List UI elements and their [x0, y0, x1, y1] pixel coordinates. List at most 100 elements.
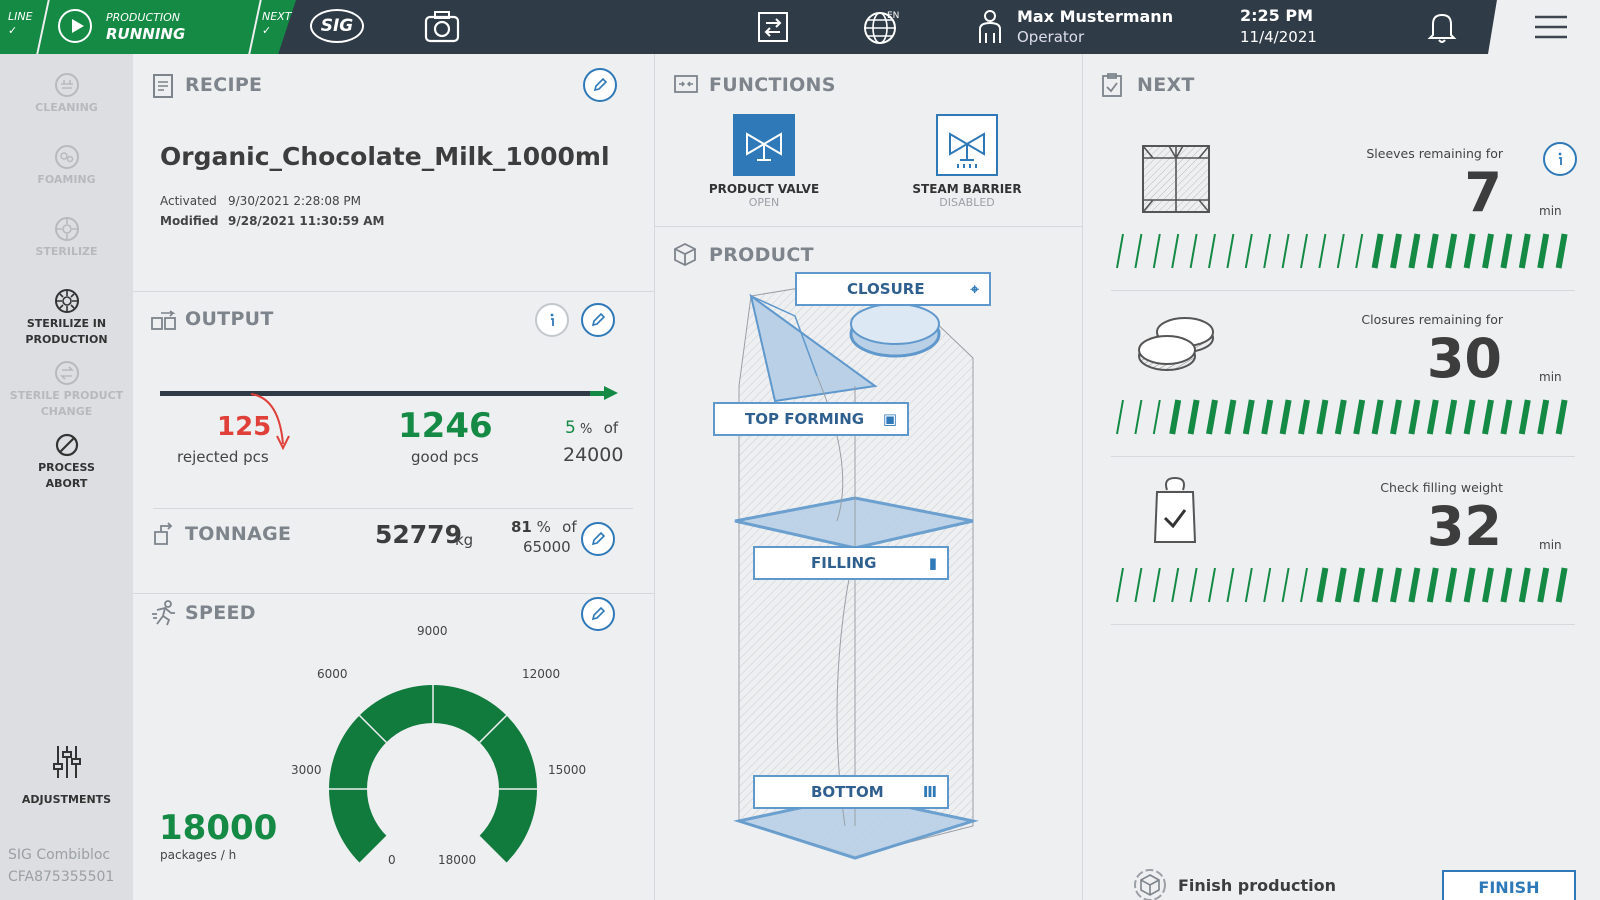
sleeves-info-button[interactable] — [1543, 142, 1577, 176]
sidebar-item-cleaning[interactable]: CLEANING — [0, 72, 133, 116]
output-icon — [151, 310, 176, 330]
sidebar-item-label: CLEANING — [35, 101, 98, 114]
info-icon — [550, 313, 554, 326]
station-bottom[interactable]: BOTTOM Ⅲ — [753, 775, 949, 809]
sliders-icon — [52, 746, 81, 778]
speed-value: 18000 — [159, 808, 278, 848]
remaining-stripe — [1316, 399, 1329, 435]
globe-icon[interactable]: EN — [862, 9, 900, 45]
machine-serial: CFA875355501 — [8, 869, 115, 885]
remaining-stripe — [1371, 567, 1384, 603]
remaining-stripe — [1353, 399, 1366, 435]
remaining-stripe — [1189, 233, 1198, 269]
remaining-stripe — [1537, 399, 1550, 435]
camera-icon[interactable] — [424, 10, 460, 44]
output-edit-button[interactable] — [581, 303, 615, 337]
bottom-sealer-icon: Ⅲ — [922, 783, 937, 801]
station-closure[interactable]: CLOSURE ⌖ — [795, 272, 991, 306]
station-closure-label: CLOSURE — [847, 280, 925, 298]
sidebar-item-sterilize-in-production[interactable]: STERILIZE IN PRODUCTION — [0, 288, 133, 348]
foaming-icon — [54, 145, 79, 169]
next-status[interactable]: NEXT ✓ — [262, 10, 291, 38]
center-column: FUNCTIONS PRODUCT VALVE OPEN STEAM BARRI… — [654, 54, 1083, 900]
sidebar-item-foaming[interactable]: FOAMING — [0, 144, 133, 188]
remaining-stripe — [1318, 233, 1327, 269]
remaining-stripe — [1482, 567, 1494, 603]
good-label: good pcs — [411, 448, 479, 466]
remaining-stripe — [1482, 399, 1494, 435]
remaining-stripe — [1279, 399, 1292, 435]
remaining-stripe — [1298, 399, 1310, 435]
play-icon[interactable] — [58, 9, 92, 43]
divider — [1111, 624, 1575, 625]
pencil-icon — [591, 606, 606, 621]
remaining-stripe — [1169, 399, 1182, 435]
station-top-forming[interactable]: TOP FORMING ▣ — [713, 402, 909, 436]
gauge-tick: 18000 — [438, 853, 477, 867]
tonnage-target: 65000 — [523, 538, 571, 556]
swap-icon[interactable] — [757, 11, 789, 43]
sidebar-item-sterile-product-change[interactable]: STERILE PRODUCT CHANGE — [0, 360, 133, 420]
product-valve-label: PRODUCT VALVE — [708, 182, 820, 196]
remaining-stripe — [1463, 399, 1476, 435]
remaining-stripe — [1281, 233, 1290, 269]
divider — [133, 593, 654, 594]
remaining-stripe — [1116, 233, 1124, 269]
machine-brand: SIG Combibloc — [8, 847, 111, 863]
remaining-stripe — [1171, 233, 1180, 269]
remaining-stripe — [1244, 233, 1253, 269]
line-status[interactable]: LINE ✓ — [8, 10, 33, 38]
remaining-stripe — [1482, 233, 1494, 269]
remaining-stripe — [1152, 399, 1161, 435]
activated-value: 9/30/2021 2:28:08 PM — [228, 194, 362, 208]
gauge-tick: 0 — [388, 853, 396, 867]
divider — [153, 508, 633, 509]
output-percent-value: 5 — [565, 418, 576, 438]
recipe-modified: Modified 9/28/2021 11:30:59 AM — [160, 214, 385, 228]
speed-edit-button[interactable] — [581, 597, 615, 631]
sleeves-minutes: 7 — [1464, 161, 1502, 224]
sterilize-icon — [54, 217, 79, 241]
line-label: LINE — [8, 10, 33, 23]
abort-icon — [55, 433, 78, 457]
finish-button[interactable]: FINISH — [1442, 870, 1576, 900]
language-code: EN — [887, 11, 899, 21]
remaining-stripe — [1300, 567, 1308, 603]
sleeves-label: Sleeves remaining for — [1366, 146, 1503, 161]
tonnage-edit-button[interactable] — [581, 522, 615, 556]
menu-icon[interactable] — [1533, 14, 1569, 40]
cleaning-icon — [54, 73, 79, 97]
closures-unit: min — [1539, 370, 1562, 384]
station-filling[interactable]: FILLING ▮ — [753, 546, 949, 580]
sidebar-item-adjustments[interactable]: ADJUSTMENTS — [0, 744, 133, 808]
sidebar-item-label: FOAMING — [37, 173, 96, 186]
pencil-icon — [593, 77, 608, 92]
output-info-button[interactable] — [535, 303, 569, 337]
steam-barrier-button[interactable] — [936, 114, 998, 176]
remaining-stripe — [1242, 399, 1255, 435]
user-icon[interactable] — [978, 9, 1002, 45]
sidebar-item-label: STERILE PRODUCT CHANGE — [9, 389, 124, 418]
remaining-stripe — [1390, 567, 1402, 603]
remaining-stripe — [1116, 399, 1124, 435]
remaining-stripe — [1371, 399, 1384, 435]
recipe-edit-button[interactable] — [583, 68, 617, 102]
remaining-stripe — [1261, 399, 1274, 435]
remaining-stripe — [1555, 567, 1568, 603]
top-bar: LINE ✓ PRODUCTION RUNNING NEXT ✓ SIG EN … — [0, 0, 1600, 54]
sidebar-item-sterilize[interactable]: STERILIZE — [0, 216, 133, 260]
remaining-stripe — [1281, 567, 1290, 603]
bell-icon[interactable] — [1427, 10, 1457, 44]
gauge-tick: 12000 — [522, 667, 561, 681]
remaining-stripe — [1371, 233, 1384, 269]
next-check-icon: ✓ — [262, 24, 272, 37]
remaining-stripe — [1500, 567, 1513, 603]
remaining-stripe — [1537, 567, 1550, 603]
remaining-stripe — [1445, 233, 1458, 269]
remaining-stripe — [1500, 399, 1513, 435]
bottle-icon: ▮ — [928, 554, 937, 572]
sidebar-item-process-abort[interactable]: PROCESS ABORT — [0, 432, 133, 492]
tonnage-title: TONNAGE — [185, 523, 292, 545]
remaining-stripe — [1408, 567, 1421, 603]
product-valve-button[interactable] — [733, 114, 795, 176]
